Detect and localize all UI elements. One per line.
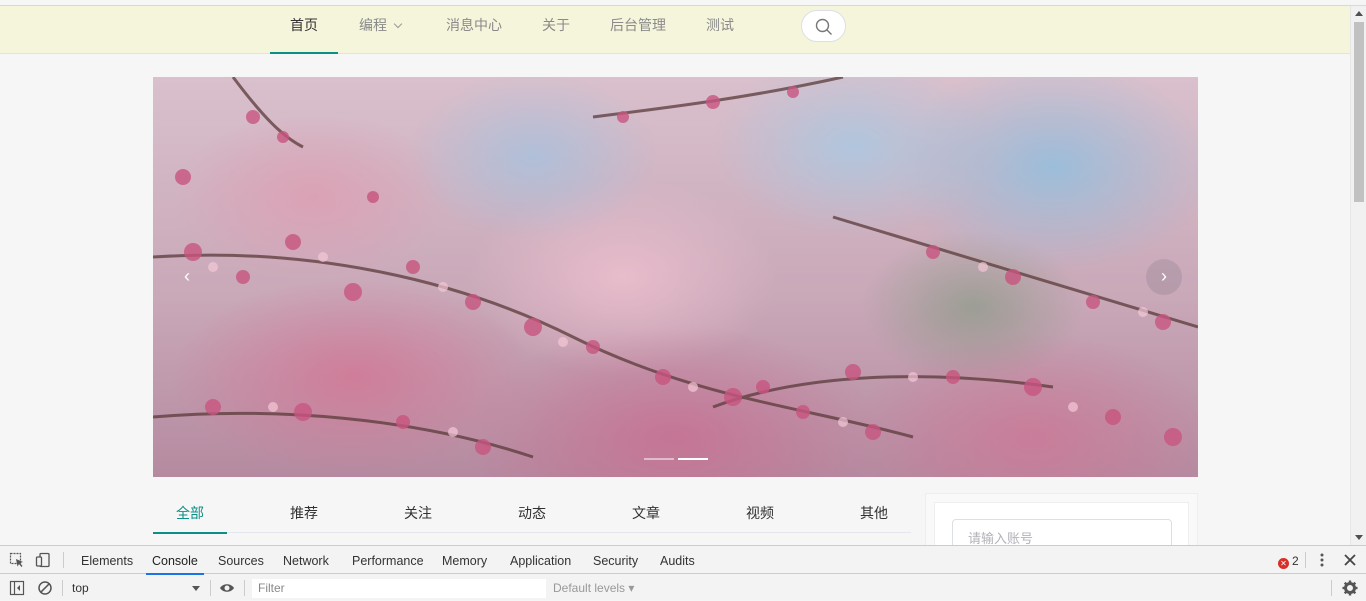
devtools-separator	[244, 580, 245, 596]
error-count-badge[interactable]: ✕ 2	[1278, 554, 1299, 569]
devtools-separator	[1331, 580, 1332, 596]
close-icon[interactable]	[1342, 552, 1358, 568]
carousel-prev-button[interactable]: ‹	[169, 259, 205, 295]
tab-audits[interactable]: Audits	[660, 546, 695, 574]
tab-recommended[interactable]: 推荐	[267, 496, 341, 533]
tab-videos[interactable]: 视频	[723, 496, 797, 533]
dropdown-arrow-icon	[192, 586, 200, 591]
devtools-tabbar: Elements Console Sources Network Perform…	[0, 546, 1366, 575]
carousel-indicators	[153, 447, 1198, 465]
window-top-border	[0, 5, 1366, 6]
carousel-indicator-active[interactable]	[677, 458, 708, 460]
tab-other[interactable]: 其他	[837, 496, 911, 533]
top-navbar: 首页 编程 消息中心 关于 后台管理 测试	[0, 6, 1350, 54]
tab-activity[interactable]: 动态	[495, 496, 569, 533]
devtools-separator	[63, 552, 64, 568]
tab-console[interactable]: Console	[146, 546, 204, 575]
console-settings-gear-icon[interactable]	[1342, 580, 1358, 596]
vertical-scrollbar[interactable]	[1350, 6, 1366, 545]
show-sidebar-icon[interactable]	[9, 580, 25, 596]
devtools-separator	[62, 580, 63, 596]
devtools-separator	[1305, 552, 1306, 568]
error-icon: ✕	[1278, 558, 1289, 569]
search-icon	[815, 18, 832, 35]
devtools-separator	[210, 580, 211, 596]
nav-item-programming[interactable]: 编程	[350, 6, 410, 54]
scroll-up-arrow-icon[interactable]	[1355, 11, 1363, 16]
scrollbar-thumb[interactable]	[1354, 22, 1364, 202]
tab-sources[interactable]: Sources	[218, 546, 264, 574]
content-tabs: 全部 推荐 关注 动态 文章 视频 其他	[153, 496, 911, 534]
chevron-down-icon	[393, 19, 403, 29]
nav-item-admin[interactable]: 后台管理	[602, 6, 674, 54]
console-filter-input[interactable]: Filter	[252, 579, 546, 598]
tab-elements[interactable]: Elements	[81, 546, 133, 574]
console-toolbar: top Filter Default levels ▾	[0, 575, 1366, 601]
log-levels-dropdown[interactable]: Default levels ▾	[553, 580, 634, 596]
page-viewport: 首页 编程 消息中心 关于 后台管理 测试 ‹ › 全部 推荐 关注 动态 文章…	[0, 0, 1350, 545]
tab-application[interactable]: Application	[510, 546, 571, 574]
chevron-left-icon: ‹	[184, 266, 190, 286]
clear-console-icon[interactable]	[37, 580, 53, 596]
scroll-down-arrow-icon[interactable]	[1355, 535, 1363, 540]
tab-articles[interactable]: 文章	[609, 496, 683, 533]
tab-all[interactable]: 全部	[153, 496, 227, 534]
carousel-next-button[interactable]: ›	[1146, 259, 1182, 295]
tab-performance[interactable]: Performance	[352, 546, 424, 574]
devtools-panel: Elements Console Sources Network Perform…	[0, 545, 1366, 600]
more-options-icon[interactable]	[1314, 552, 1330, 568]
inspect-element-icon[interactable]	[9, 552, 25, 568]
nav-item-about[interactable]: 关于	[534, 6, 578, 54]
blossom-photo	[153, 77, 1198, 459]
chevron-right-icon: ›	[1161, 266, 1167, 286]
account-input[interactable]: 请输入账号	[952, 519, 1172, 545]
nav-item-home[interactable]: 首页	[270, 6, 338, 54]
nav-item-messages[interactable]: 消息中心	[440, 6, 508, 54]
search-button[interactable]	[801, 10, 846, 42]
nav-item-test[interactable]: 测试	[698, 6, 742, 54]
live-expression-eye-icon[interactable]	[219, 580, 235, 596]
tab-security[interactable]: Security	[593, 546, 638, 574]
device-toolbar-icon[interactable]	[35, 552, 51, 568]
tab-network[interactable]: Network	[283, 546, 329, 574]
carousel-indicator[interactable]	[643, 458, 674, 460]
context-selector[interactable]: top	[66, 579, 206, 597]
image-carousel: ‹ ›	[153, 77, 1198, 477]
tab-following[interactable]: 关注	[381, 496, 455, 533]
tab-memory[interactable]: Memory	[442, 546, 487, 574]
